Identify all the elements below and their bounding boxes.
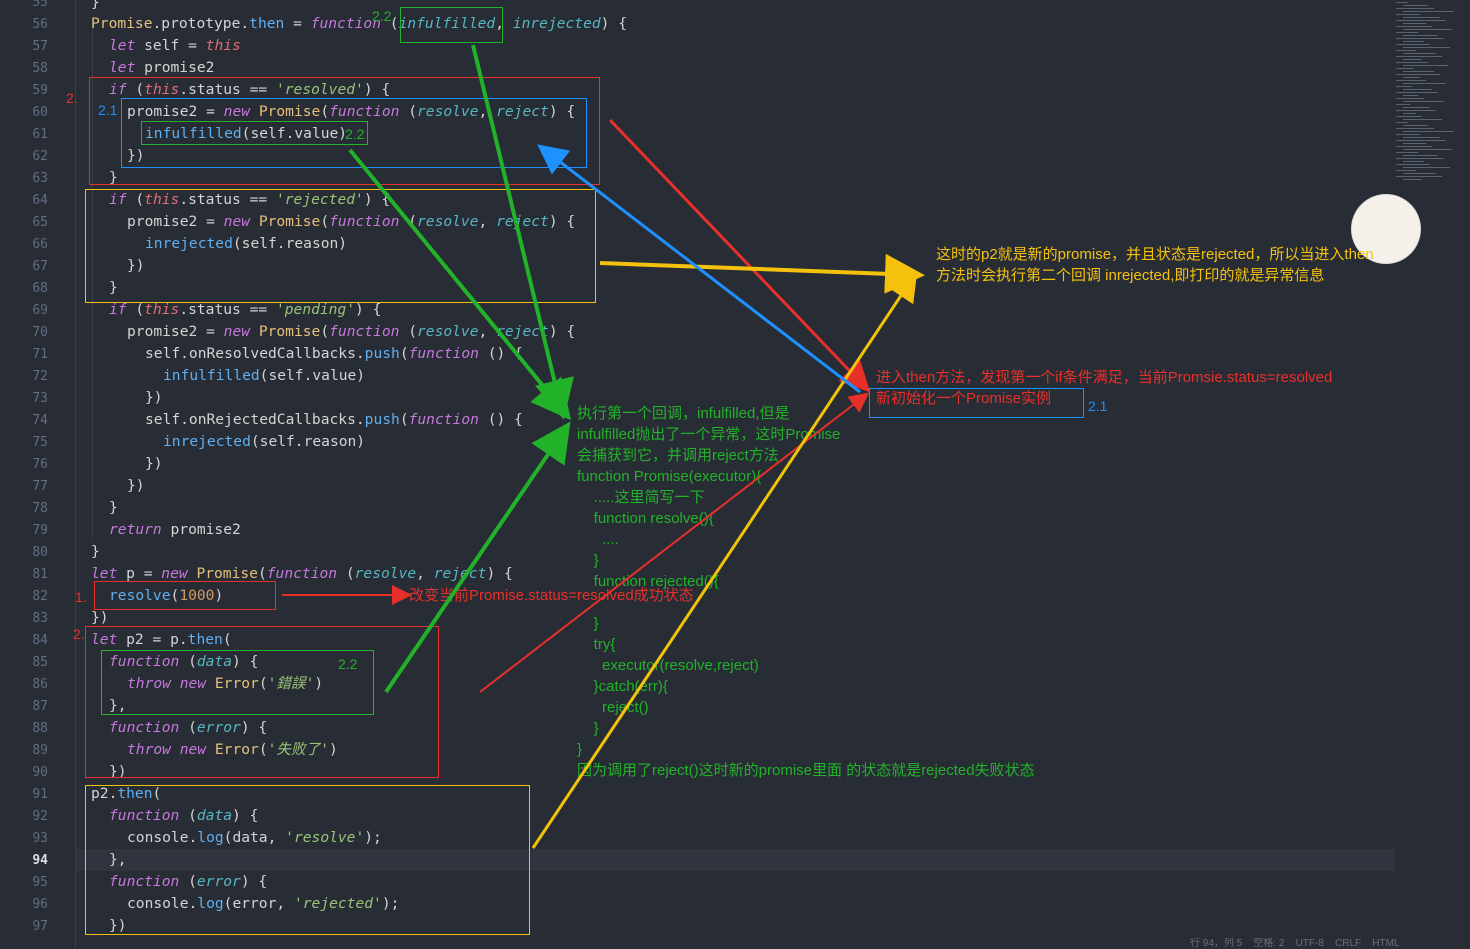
red-arrow [479,392,870,693]
annotation-arrows [282,44,925,849]
yellow-arrow [599,253,925,294]
green-arrow [384,421,571,694]
red-arrow [608,118,871,393]
status-bar: 行 94，列 5 空格: 2 UTF-8 CRLF HTML [1190,938,1400,949]
yellow-arrow [531,271,918,849]
green-arrow [348,148,572,421]
code-editor[interactable]: 55 56 57 58 59 60 61 62 63 64 65 66 67 68 69 70 71 72 73 74… [0,0,1470,949]
